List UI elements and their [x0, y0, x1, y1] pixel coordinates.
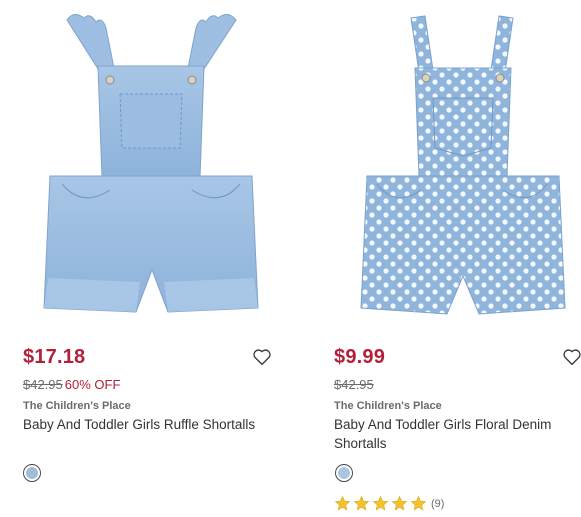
- original-price: $42.95: [23, 377, 63, 392]
- star-icon: [391, 495, 408, 511]
- color-swatch[interactable]: [335, 464, 353, 482]
- product-card[interactable]: $17.18 $42.95 60% OFF The Children's Plac…: [22, 0, 280, 517]
- heart-icon[interactable]: [252, 348, 272, 366]
- price-details: $42.95: [334, 377, 374, 392]
- price-details: $42.95 60% OFF: [23, 377, 120, 392]
- sale-price: $9.99: [334, 346, 386, 368]
- product-image[interactable]: [22, 8, 280, 330]
- discount-label: 60% OFF: [64, 377, 121, 392]
- original-price: $42.95: [334, 377, 374, 392]
- star-icon: [334, 495, 351, 511]
- star-icon: [353, 495, 370, 511]
- brand-name: The Children's Place: [23, 400, 131, 412]
- swatch-color: [338, 467, 350, 479]
- rating-stars[interactable]: (9): [334, 495, 444, 512]
- swatch-color: [26, 467, 38, 479]
- sale-price: $17.18: [23, 346, 86, 368]
- heart-icon[interactable]: [562, 348, 581, 366]
- review-count[interactable]: (9): [431, 498, 444, 510]
- product-image[interactable]: [333, 8, 581, 330]
- color-swatch[interactable]: [23, 464, 41, 482]
- star-icon: [410, 495, 427, 511]
- product-name[interactable]: Baby And Toddler Girls Ruffle Shortalls: [23, 415, 273, 434]
- brand-name: The Children's Place: [334, 400, 442, 412]
- product-name[interactable]: Baby And Toddler Girls Floral Denim Shor…: [334, 415, 581, 453]
- star-icon: [372, 495, 389, 511]
- product-card[interactable]: $9.99 $42.95 The Children's Place Baby A…: [333, 0, 581, 517]
